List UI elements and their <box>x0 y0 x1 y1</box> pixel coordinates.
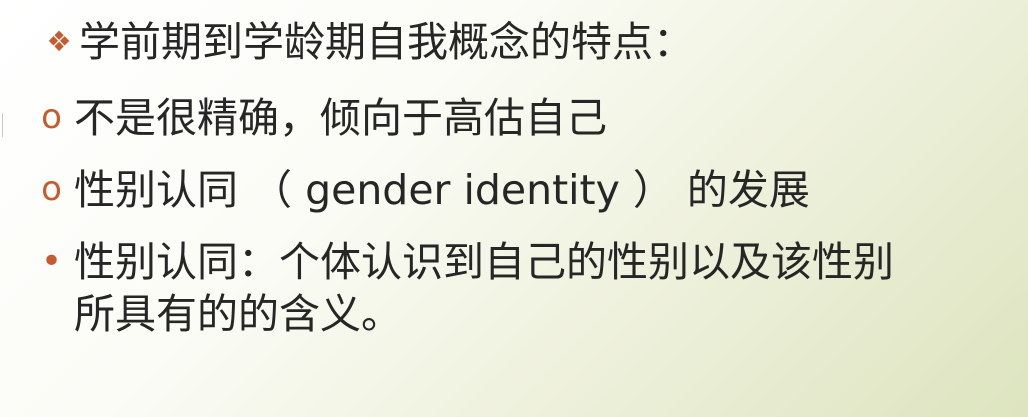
bullet-text-3: 性别认同：个体认识到自己的性别以及该性别 <box>74 238 894 286</box>
dot-bullet-icon: • <box>40 241 63 282</box>
diamond-bullet-icon: ❖ <box>46 25 72 58</box>
circle-bullet-icon: o <box>41 97 62 137</box>
heading-text: 学前期到学龄期自我概念的特点： <box>79 18 694 66</box>
bullet-line-3: • 性别认同：个体认识到自己的性别以及该性别 <box>39 242 894 283</box>
slide-content: ❖ 学前期到学龄期自我概念的特点： o 不是很精确，倾向于高估自己 o 性别认同 （ … <box>0 0 1028 417</box>
circle-bullet-icon: o <box>41 169 62 209</box>
heading-line: ❖ 学前期到学龄期自我概念的特点： <box>43 22 694 63</box>
bullet-text-1: 不是很精确，倾向于高估自己 <box>74 94 607 142</box>
left-edge-mark <box>2 113 3 137</box>
bullet-line-2: o 性别认同 （ gender identity ） 的发展 <box>39 170 810 211</box>
bullet-line-1: o 不是很精确，倾向于高估自己 <box>39 98 607 139</box>
continued-text-line: 所具有的的含义。 <box>74 294 402 335</box>
continued-text: 所具有的的含义。 <box>74 290 402 338</box>
bullet-text-2: 性别认同 （ gender identity ） 的发展 <box>74 166 810 214</box>
